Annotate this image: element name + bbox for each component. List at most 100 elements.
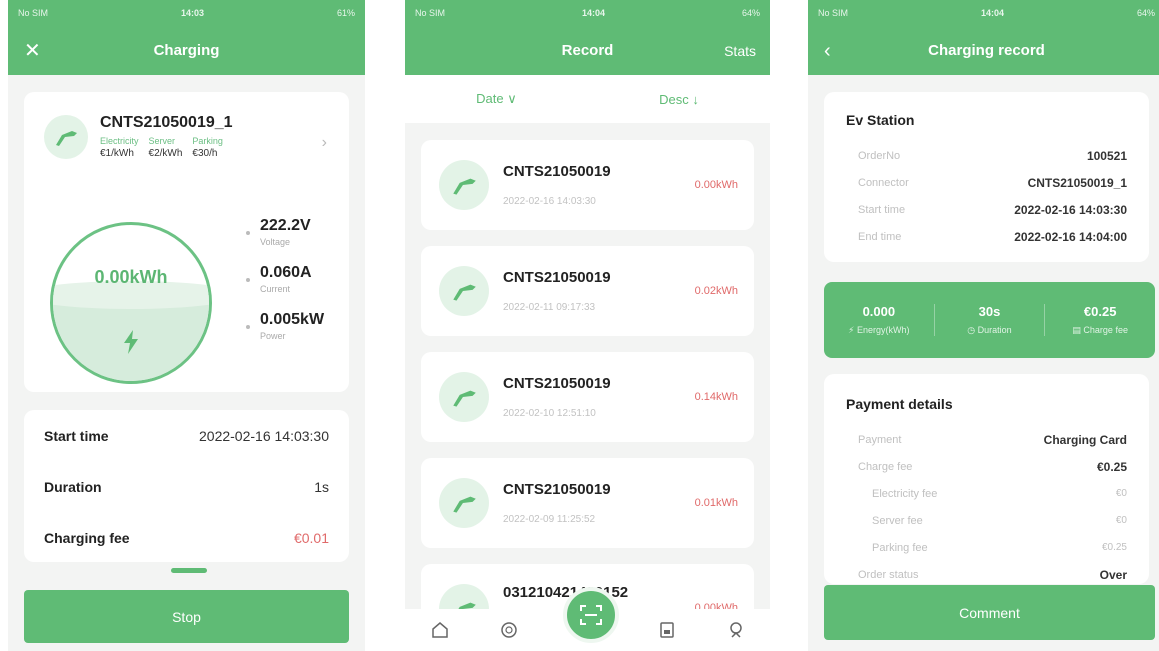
charger-card: CNTS21050019_1 Electricity €1/kWh Server… [24, 92, 349, 392]
battery: 64% [741, 8, 760, 18]
record-date: 2022-02-10 12:51:10 [503, 408, 596, 419]
rate-parking: Parking €30/h [192, 136, 223, 159]
status-bar: No SIM 14:04 64% [405, 0, 770, 26]
lightning-icon: ⚡ [848, 325, 855, 335]
arrow-down-icon: ↓ [692, 91, 699, 107]
charger-row[interactable]: CNTS21050019_1 Electricity €1/kWh Server… [24, 92, 349, 159]
record-date: 2022-02-16 14:03:30 [503, 196, 596, 207]
summary-charge-fee: €0.25 ▤ Charge fee [1072, 304, 1128, 335]
charger-plug-icon [439, 372, 489, 422]
summary-energy: 0.000 ⚡ Energy(kWh) [824, 304, 935, 336]
metric-current: 0.060A Current [246, 264, 324, 294]
record-date: 2022-02-11 09:17:33 [503, 302, 596, 313]
metrics-list: 222.2V Voltage 0.060A Current 0.005kW Po… [246, 217, 324, 358]
tab-home[interactable] [420, 620, 460, 640]
record-date: 2022-02-09 11:25:52 [503, 514, 596, 525]
detail-duration: Duration 1s [44, 478, 329, 495]
tab-account[interactable] [716, 620, 756, 640]
ev-station-card: Ev Station OrderNo 100521 Connector CNTS… [824, 92, 1149, 262]
sort-order-filter[interactable]: Desc ↓ [659, 92, 699, 107]
clock-icon: ◷ [967, 325, 976, 335]
order-status-row: Order status Over [858, 567, 1127, 582]
summary-duration: 30s ◷ Duration [935, 304, 1046, 336]
comment-button[interactable]: Comment [824, 585, 1155, 640]
chevron-down-icon: ∨ [507, 91, 517, 106]
record-screen: No SIM 14:04 64% Record Stats Date ∨ Des… [405, 0, 770, 651]
carrier: No SIM [18, 8, 49, 18]
record-energy: 0.00kWh [694, 179, 738, 191]
order-no-row: OrderNo 100521 [858, 148, 1127, 163]
server-fee-row: Server fee €0 [872, 514, 1127, 527]
list-item[interactable]: CNTS21050019 2022-02-09 11:25:52 0.01kWh [421, 458, 754, 548]
status-bar: No SIM 14:04 64% [808, 0, 1159, 26]
charger-plug-icon [439, 478, 489, 528]
record-icon [659, 622, 674, 638]
home-icon [431, 622, 448, 638]
carrier: No SIM [415, 8, 446, 18]
start-time-row: Start time 2022-02-16 14:03:30 [858, 202, 1127, 217]
record-energy: 0.14kWh [694, 391, 738, 403]
lightning-icon [53, 330, 209, 359]
charger-name: CNTS21050019_1 [100, 114, 233, 131]
metric-power: 0.005kW Power [246, 311, 324, 341]
charging-screen: No SIM 14:03 61% ✕ Charging CNTS21050019… [8, 0, 365, 651]
end-time-row: End time 2022-02-16 14:04:00 [858, 229, 1127, 244]
page-title: Charging [153, 42, 220, 59]
chevron-right-icon[interactable]: › [322, 134, 327, 152]
battery: 64% [1136, 8, 1155, 18]
app-bar: No SIM 14:04 64% Record Stats [405, 0, 770, 75]
clock: 14:04 [980, 8, 1005, 18]
parking-fee-row: Parking fee €0.25 [872, 541, 1127, 554]
list-item[interactable]: CNTS21050019 2022-02-16 14:03:30 0.00kWh [421, 140, 754, 230]
charger-plug-icon [44, 114, 88, 159]
section-title: Ev Station [846, 112, 915, 128]
scan-button[interactable] [563, 587, 619, 643]
payment-details-card: Payment details Payment Charging Card Ch… [824, 374, 1149, 584]
account-icon [729, 622, 742, 638]
record-name: CNTS21050019 [503, 481, 611, 498]
detail-charging-fee: Charging fee €0.01 [44, 529, 329, 546]
clock: 14:04 [581, 8, 606, 18]
app-bar: No SIM 14:03 61% ✕ Charging [8, 0, 365, 75]
energy-gauge: 0.00kWh [50, 222, 212, 384]
date-filter[interactable]: Date ∨ [476, 91, 517, 107]
record-energy: 0.01kWh [694, 497, 738, 509]
charge-fee-row: Charge fee €0.25 [858, 459, 1127, 474]
record-name: CNTS21050019 [503, 269, 611, 286]
record-name: CNTS21050019 [503, 163, 611, 180]
gauge-energy: 0.00kWh [94, 267, 168, 287]
connector-row: Connector CNTS21050019_1 [858, 175, 1127, 190]
charging-record-screen: No SIM 14:04 64% ‹ Charging record Ev St… [808, 0, 1159, 651]
rate-server: Server €2/kWh [148, 136, 183, 159]
payment-row: Payment Charging Card [858, 432, 1127, 447]
metric-voltage: 222.2V Voltage [246, 217, 324, 247]
page-title: Record [561, 42, 614, 59]
clock: 14:03 [180, 8, 205, 18]
summary-banner: 0.000 ⚡ Energy(kWh) 30s ◷ Duration €0.25… [824, 282, 1155, 358]
battery: 61% [336, 8, 355, 18]
list-item[interactable]: CNTS21050019 2022-02-11 09:17:33 0.02kWh [421, 246, 754, 336]
charging-details-card: Start time 2022-02-16 14:03:30 Duration … [24, 410, 349, 562]
charger-plug-icon [439, 160, 489, 210]
close-icon[interactable]: ✕ [24, 41, 41, 61]
list-item[interactable]: CNTS21050019 2022-02-10 12:51:10 0.14kWh [421, 352, 754, 442]
page-title: Charging record [928, 42, 1045, 59]
app-bar: No SIM 14:04 64% ‹ Charging record [808, 0, 1159, 75]
charger-plug-icon [439, 266, 489, 316]
stats-link[interactable]: Stats [724, 43, 756, 59]
status-bar: No SIM 14:03 61% [8, 0, 365, 26]
record-energy: 0.02kWh [694, 285, 738, 297]
tab-record[interactable] [647, 620, 687, 640]
stop-button[interactable]: Stop [24, 590, 349, 643]
section-title: Payment details [846, 396, 953, 412]
electricity-fee-row: Electricity fee €0 [872, 487, 1127, 500]
carrier: No SIM [818, 8, 849, 18]
tab-charger[interactable] [489, 620, 529, 640]
scan-icon [580, 605, 602, 625]
filter-bar: Date ∨ Desc ↓ [405, 75, 770, 123]
fee-icon: ▤ [1072, 325, 1081, 335]
drag-handle[interactable] [171, 568, 207, 573]
charger-icon [500, 622, 517, 638]
detail-start-time: Start time 2022-02-16 14:03:30 [44, 427, 329, 444]
back-chevron-icon[interactable]: ‹ [824, 41, 831, 61]
